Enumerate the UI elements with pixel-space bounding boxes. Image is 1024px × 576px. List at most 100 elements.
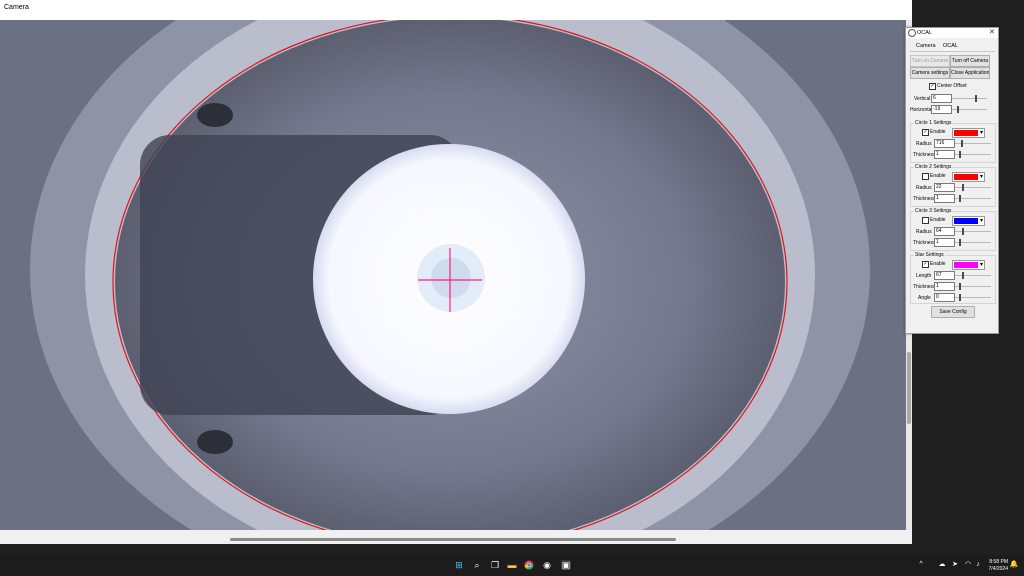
- chevron-down-icon: ▾: [979, 218, 983, 224]
- circle-1-thickness-thumb[interactable]: [959, 151, 961, 158]
- circle-3-color-swatch: [954, 218, 978, 224]
- center-offset-label: Center Offset: [937, 83, 967, 89]
- close-application-button[interactable]: Close Application: [950, 67, 990, 79]
- star-length-input[interactable]: 67: [934, 271, 955, 280]
- horizontal-slider[interactable]: [952, 106, 987, 113]
- star-title: Star Settings: [914, 252, 945, 258]
- center-offset-checkbox[interactable]: ✓: [929, 83, 936, 90]
- circle-3-thickness-input[interactable]: 1: [934, 238, 955, 247]
- circle-3-enable-label: Enable: [930, 217, 946, 223]
- close-icon[interactable]: ✕: [989, 28, 995, 36]
- star-thickness-label: Thickness: [913, 284, 936, 290]
- circle-3-radius-thumb[interactable]: [962, 228, 964, 235]
- camera-horizontal-scrollbar[interactable]: [0, 530, 906, 544]
- save-config-button[interactable]: Save Config: [931, 306, 975, 318]
- circle-2-thickness-input[interactable]: 1: [934, 194, 955, 203]
- clock-date[interactable]: 7/4/2024: [982, 566, 1008, 572]
- app-icon[interactable]: ◉: [542, 560, 552, 570]
- camera-feed: [0, 20, 906, 530]
- taskbar: ⊞ ⌕ ❐ ▬ ◉ ▣ ^ ☁ ➤ ◠ ♪ 8:58 PM 7/4/2024 🔔: [0, 555, 1024, 576]
- circle-3-thickness-thumb[interactable]: [959, 239, 961, 246]
- star-thickness-slider[interactable]: [955, 283, 991, 290]
- circle-1-thickness-slider[interactable]: [955, 151, 991, 158]
- tab-camera[interactable]: Camera: [916, 43, 936, 49]
- chevron-down-icon: ▾: [979, 130, 983, 136]
- chevron-down-icon: ▾: [979, 174, 983, 180]
- turn-off-camera-button[interactable]: Turn off Camera: [950, 55, 990, 67]
- circle-3-thickness-label: Thickness: [913, 240, 936, 246]
- vertical-input[interactable]: 6: [931, 94, 952, 103]
- camera-app-icon[interactable]: ▣: [561, 560, 571, 570]
- vertical-label: Vertical: [914, 96, 931, 102]
- circle-1-enable-label: Enable: [930, 129, 946, 135]
- camera-titlebar[interactable]: Camera: [0, 0, 912, 20]
- circle-3-radius-slider[interactable]: [955, 228, 991, 235]
- circle-2-thickness-label: Thickness: [913, 196, 936, 202]
- horizontal-slider-thumb[interactable]: [957, 106, 959, 113]
- circle-2-radius-slider[interactable]: [955, 184, 991, 191]
- circle-2-enable-label: Enable: [930, 173, 946, 179]
- chevron-down-icon: ▾: [979, 262, 983, 268]
- circle-1-radius-label: Radius: [916, 141, 932, 147]
- vertical-slider-thumb[interactable]: [975, 95, 977, 102]
- chrome-icon[interactable]: [524, 560, 534, 570]
- circle-2-radius-thumb[interactable]: [962, 184, 964, 191]
- star-length-thumb[interactable]: [962, 272, 964, 279]
- star-color-picker[interactable]: ▾: [952, 260, 985, 270]
- star-thickness-input[interactable]: 1: [934, 282, 955, 291]
- windows-start-icon[interactable]: ⊞: [454, 560, 464, 570]
- ocal-title: OCAL: [917, 30, 932, 36]
- circle-3-color-picker[interactable]: ▾: [952, 216, 985, 226]
- circle-2-title: Circle 2 Settings: [914, 164, 953, 170]
- ocal-titlebar[interactable]: OCAL ✕: [906, 28, 998, 38]
- notification-bell-icon[interactable]: 🔔: [1009, 560, 1019, 570]
- turn-on-camera-button[interactable]: Turn on Camera: [910, 55, 950, 67]
- circle-3-radius-label: Radius: [916, 229, 932, 235]
- horizontal-scroll-thumb[interactable]: [230, 538, 676, 541]
- circle-2-color-picker[interactable]: ▾: [952, 172, 985, 182]
- circle-2-thickness-thumb[interactable]: [959, 195, 961, 202]
- cloud-icon[interactable]: ☁: [937, 560, 947, 570]
- ocal-app-icon: [908, 29, 916, 37]
- circle-2-thickness-slider[interactable]: [955, 195, 991, 202]
- tab-divider: [909, 51, 995, 52]
- vertical-slider[interactable]: [952, 95, 987, 102]
- tab-ocal[interactable]: OCAL: [943, 43, 958, 50]
- camera-window-title: Camera: [4, 4, 29, 11]
- circle-2-radius-label: Radius: [916, 185, 932, 191]
- star-color-swatch: [954, 262, 978, 268]
- star-enable-checkbox[interactable]: ✓: [922, 261, 929, 268]
- circle-2-radius-input[interactable]: 22: [934, 183, 955, 192]
- circle-1-color-picker[interactable]: ▾: [952, 128, 985, 138]
- search-icon[interactable]: ⌕: [472, 560, 482, 570]
- circle-1-group: Circle 1 Settings ✓ Enable ▾ Radius 716 …: [910, 120, 996, 163]
- circle-1-radius-input[interactable]: 716: [934, 139, 955, 148]
- file-explorer-icon[interactable]: ▬: [507, 560, 517, 570]
- horizontal-input[interactable]: -19: [931, 105, 952, 114]
- camera-settings-button[interactable]: Camera settings: [910, 67, 950, 79]
- circle-1-thickness-label: Thickness: [913, 152, 936, 158]
- star-angle-slider[interactable]: [955, 294, 991, 301]
- send-icon[interactable]: ➤: [950, 560, 960, 570]
- wifi-icon[interactable]: ◠: [963, 560, 973, 570]
- vertical-scroll-thumb[interactable]: [907, 352, 911, 424]
- star-length-slider[interactable]: [955, 272, 991, 279]
- star-thickness-thumb[interactable]: [959, 283, 961, 290]
- star-angle-thumb[interactable]: [959, 294, 961, 301]
- star-angle-input[interactable]: 0: [934, 293, 955, 302]
- circle-2-enable-checkbox[interactable]: [922, 173, 929, 180]
- chevron-up-icon[interactable]: ^: [916, 560, 926, 570]
- task-view-icon[interactable]: ❐: [490, 560, 500, 570]
- circle-3-title: Circle 3 Settings: [914, 208, 953, 214]
- circle-3-group: Circle 3 Settings Enable ▾ Radius 64 Thi…: [910, 208, 996, 251]
- circle-1-radius-slider[interactable]: [955, 140, 991, 147]
- circle-3-thickness-slider[interactable]: [955, 239, 991, 246]
- circle-3-radius-input[interactable]: 64: [934, 227, 955, 236]
- star-enable-label: Enable: [930, 261, 946, 267]
- circle-1-enable-checkbox[interactable]: ✓: [922, 129, 929, 136]
- clock-time[interactable]: 8:58 PM: [982, 559, 1008, 565]
- circle-3-enable-checkbox[interactable]: [922, 217, 929, 224]
- circle-1-title: Circle 1 Settings: [914, 120, 953, 126]
- circle-1-radius-thumb[interactable]: [961, 140, 963, 147]
- circle-1-thickness-input[interactable]: 1: [934, 150, 955, 159]
